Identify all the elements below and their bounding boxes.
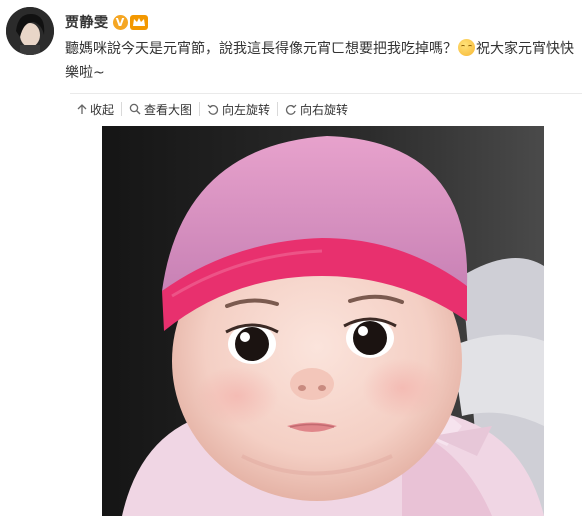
weibo-post: 贾静雯 V 聽媽咪說今天是元宵節，說我這長得像元宵ㄈ想要把我吃掉嗎？ 祝大家元宵快… [0, 0, 584, 516]
arrow-up-icon [77, 103, 87, 115]
author-name-row: 贾静雯 V [65, 11, 148, 33]
rotate-right-icon [285, 103, 297, 115]
smile-emoji-icon [458, 39, 475, 56]
rotate-right-button[interactable]: 向右旋转 [278, 102, 355, 117]
collapse-label: 收起 [90, 102, 115, 117]
rotate-left-label: 向左旋转 [222, 102, 271, 117]
verified-badge-icon[interactable]: V [112, 14, 128, 30]
rotate-left-button[interactable]: 向左旋转 [200, 102, 279, 117]
post-text-line1: 聽媽咪說今天是元宵節，說我這長得像元宵ㄈ想要把我吃掉嗎？ [65, 41, 457, 57]
post-text: 聽媽咪說今天是元宵節，說我這長得像元宵ㄈ想要把我吃掉嗎？ 祝大家元宵快快樂啦~ [65, 37, 580, 85]
author-avatar[interactable] [6, 7, 54, 55]
view-large-button[interactable]: 查看大图 [122, 102, 201, 117]
author-name[interactable]: 贾静雯 [65, 12, 109, 32]
magnifier-icon [129, 103, 141, 115]
view-large-label: 查看大图 [144, 102, 193, 117]
rotate-left-icon [207, 103, 219, 115]
image-toolbar: 收起 查看大图 向左旋转 向右旋转 [70, 93, 582, 124]
vip-crown-icon[interactable] [129, 14, 148, 30]
post-photo[interactable] [102, 126, 544, 516]
rotate-right-label: 向右旋转 [300, 102, 349, 117]
collapse-button[interactable]: 收起 [70, 102, 123, 117]
